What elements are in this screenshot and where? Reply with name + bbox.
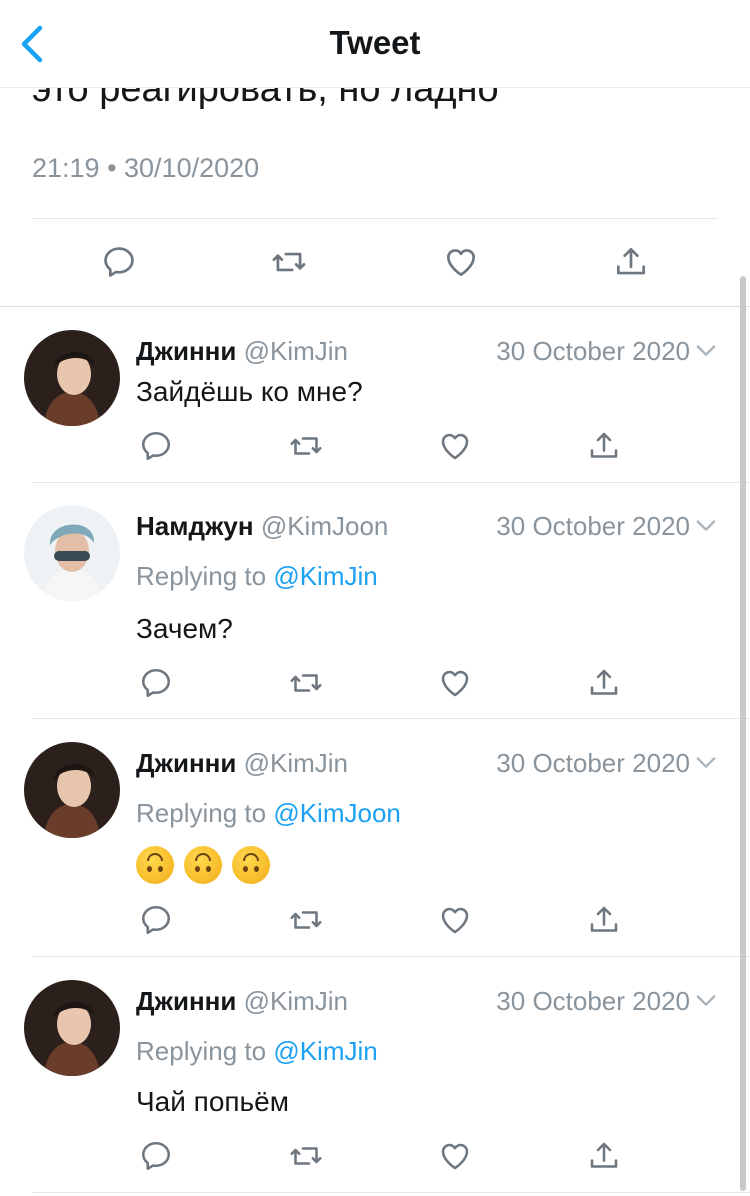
tweet-date: 30 October 2020 (496, 748, 690, 778)
retweet-icon (290, 674, 322, 692)
avatar[interactable] (24, 330, 120, 426)
avatar-photo (24, 980, 120, 1076)
share-button[interactable] (582, 1134, 626, 1178)
reply-button[interactable] (97, 240, 141, 284)
share-button[interactable] (609, 240, 653, 284)
tweet-actions (0, 661, 750, 705)
replying-to: Replying to @KimJoon (136, 798, 401, 828)
avatar[interactable] (24, 980, 120, 1076)
upside-down-face-emoji (232, 846, 270, 884)
chevron-down-icon[interactable] (692, 748, 720, 776)
nav-header: Tweet (0, 0, 750, 88)
tweet-actions (0, 1134, 750, 1178)
upside-down-face-emoji (184, 846, 222, 884)
retweet-icon (290, 1147, 322, 1165)
share-button[interactable] (582, 424, 626, 468)
share-button[interactable] (582, 898, 626, 942)
avatar[interactable] (24, 742, 120, 838)
tweet-actions (0, 424, 750, 468)
like-button[interactable] (433, 424, 477, 468)
reply-icon (141, 905, 171, 935)
replying-to: Replying to @KimJin (136, 561, 378, 591)
like-button[interactable] (433, 898, 477, 942)
reply-icon (141, 1141, 171, 1171)
mention-link[interactable]: @KimJoon (273, 798, 401, 828)
share-icon (590, 906, 618, 932)
mention-link[interactable]: @KimJin (273, 561, 377, 591)
avatar-photo (24, 330, 120, 426)
divider (0, 306, 750, 307)
retweet-button[interactable] (284, 1134, 328, 1178)
scrollbar[interactable] (740, 276, 746, 1191)
tweet-date: 30 October 2020 (496, 986, 690, 1016)
reply-button[interactable] (134, 424, 178, 468)
retweet-button[interactable] (284, 661, 328, 705)
tweet-text: Чай попьём (136, 1086, 289, 1117)
like-icon (441, 907, 469, 934)
retweet-button[interactable] (284, 898, 328, 942)
like-button[interactable] (433, 661, 477, 705)
like-icon (441, 433, 469, 460)
reply-icon (104, 247, 134, 277)
tweet-date: 30 October 2020 (496, 511, 690, 541)
reply-icon (141, 431, 171, 461)
share-icon (590, 1142, 618, 1168)
avatar[interactable] (24, 505, 120, 601)
like-icon (441, 670, 469, 697)
retweet-icon (272, 252, 306, 272)
avatar-photo (24, 505, 120, 601)
tweet-emojis (136, 846, 270, 884)
divider (32, 482, 750, 483)
like-button[interactable] (439, 240, 483, 284)
author-name[interactable]: Джинни @KimJin (136, 986, 348, 1017)
page-title: Tweet (329, 24, 421, 61)
like-button[interactable] (433, 1134, 477, 1178)
tweet-date: 30 October 2020 (496, 336, 690, 366)
share-icon (616, 247, 646, 275)
retweet-icon (290, 437, 322, 455)
share-button[interactable] (582, 661, 626, 705)
like-icon (446, 249, 476, 277)
tweet-text: Зайдёшь ко мне? (136, 376, 363, 407)
divider (32, 718, 750, 719)
author-handle: @KimJin (243, 986, 348, 1016)
author-name[interactable]: Намджун @KimJoon (136, 511, 388, 542)
chevron-down-icon[interactable] (692, 336, 720, 364)
retweet-button[interactable] (267, 240, 311, 284)
divider (32, 956, 750, 957)
chevron-down-icon[interactable] (692, 986, 720, 1014)
author-handle: @KimJin (243, 336, 348, 366)
author-handle: @KimJin (243, 748, 348, 778)
main-tweet-actions (0, 240, 750, 288)
tweet-actions (0, 898, 750, 942)
reply-icon (141, 668, 171, 698)
reply-button[interactable] (134, 1134, 178, 1178)
author-name[interactable]: Джинни @KimJin (136, 748, 348, 779)
replying-to: Replying to @KimJin (136, 1036, 378, 1066)
divider (32, 1192, 750, 1193)
retweet-icon (290, 911, 322, 929)
reply-button[interactable] (134, 898, 178, 942)
tweet-timestamp: 21:19 • 30/10/2020 (32, 153, 260, 183)
tweet-text: Зачем? (136, 613, 233, 644)
reply-button[interactable] (134, 661, 178, 705)
upside-down-face-emoji (136, 846, 174, 884)
share-icon (590, 669, 618, 695)
author-handle: @KimJoon (260, 511, 389, 541)
mention-link[interactable]: @KimJin (273, 1036, 377, 1066)
avatar-photo (24, 742, 120, 838)
chevron-down-icon[interactable] (692, 511, 720, 539)
like-icon (441, 1143, 469, 1170)
divider (32, 218, 718, 219)
share-icon (590, 432, 618, 458)
author-name[interactable]: Джинни @KimJin (136, 336, 348, 367)
retweet-button[interactable] (284, 424, 328, 468)
